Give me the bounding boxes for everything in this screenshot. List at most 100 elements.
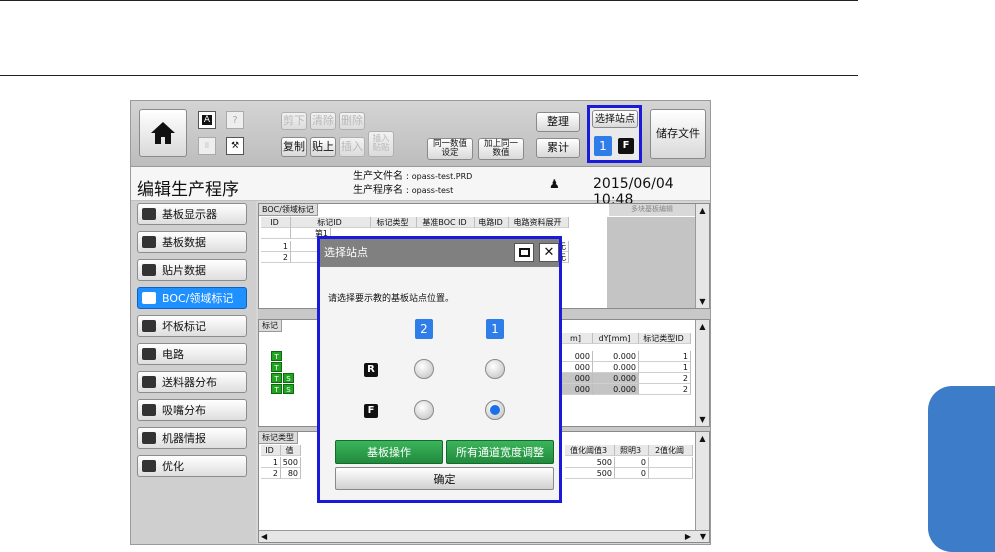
copy-button[interactable]: 复制 xyxy=(281,137,307,157)
optimize-icon xyxy=(142,460,156,472)
sidebar-item-optimize[interactable]: 优化 xyxy=(137,455,247,477)
teach-button[interactable]: T xyxy=(271,384,282,394)
sidebar-item-board-display[interactable]: 基板显示器 xyxy=(137,203,247,225)
user-icon: ♟ xyxy=(549,177,560,191)
delete-button[interactable]: 删除 xyxy=(339,112,365,130)
teach-button[interactable]: T xyxy=(271,351,282,361)
insert-paste-button[interactable]: 插入 贴贴 xyxy=(368,131,394,157)
save-file-button[interactable]: 储存文件 xyxy=(650,109,706,159)
home-button[interactable] xyxy=(139,109,187,157)
table-row[interactable]: 000 0.000 2 xyxy=(561,373,691,384)
mark-type-header-row-right: 值化阈值3 照明3 2值化阈 xyxy=(565,445,693,456)
sidebar-item-circuit[interactable]: 电路 xyxy=(137,343,247,365)
sidebar-item-feeder-layout[interactable]: 送料器分布 xyxy=(137,371,247,393)
dialog-title: 选择站点 xyxy=(324,246,368,259)
add-same-value-button[interactable]: 加上同一 数值 xyxy=(478,138,524,160)
ok-button[interactable]: 确定 xyxy=(335,467,554,490)
page-title: 编辑生产程序 xyxy=(137,180,239,200)
a-button[interactable]: A xyxy=(198,111,216,129)
table-row[interactable]: T S xyxy=(271,373,295,384)
sidebar-item-boc-mark[interactable]: BOC/领域标记 xyxy=(137,287,247,309)
scroll-up-icon[interactable]: ▲ xyxy=(698,206,707,215)
help-button[interactable]: ? xyxy=(226,111,244,129)
table-row[interactable]: T xyxy=(271,351,283,362)
monitor-icon xyxy=(142,208,156,220)
table-row[interactable]: 2 80 xyxy=(261,468,301,479)
station-column-2: 2 xyxy=(415,319,433,339)
mark-type-scrollbar[interactable]: ▲ xyxy=(695,432,709,530)
skip-button[interactable]: S xyxy=(283,384,294,394)
same-value-set-button[interactable]: 同一数值 设定 xyxy=(427,138,473,160)
maximize-icon xyxy=(518,248,530,257)
clear-button[interactable]: 清除 xyxy=(310,112,336,130)
scroll-up-icon[interactable]: ▲ xyxy=(698,322,707,331)
rear-row-label: R xyxy=(364,363,378,377)
toolbar: A ? ⠿ ⚒ 剪下 清除 删除 复制 贴上 插入 插入 贴贴 同一数值 设定 … xyxy=(131,101,710,167)
station-column-1: 1 xyxy=(486,319,504,339)
sidebar: 基板显示器 基板数据 贴片数据 BOC/领域标记 坏板标记 电路 送料器分布 吸… xyxy=(131,201,256,544)
sidebar-item-mount-data[interactable]: 贴片数据 xyxy=(137,259,247,281)
paste-button[interactable]: 贴上 xyxy=(310,137,336,157)
table-row[interactable]: 1 500 xyxy=(261,457,301,468)
table-row[interactable]: T S xyxy=(271,384,295,395)
board-icon xyxy=(142,236,156,248)
skip-button[interactable]: S xyxy=(283,373,294,383)
scroll-up-icon[interactable]: ▲ xyxy=(698,434,707,443)
board-operation-button[interactable]: 基板操作 xyxy=(335,440,443,464)
organize-button[interactable]: 整理 xyxy=(536,112,580,132)
table-row[interactable]: 000 0.000 2 xyxy=(561,384,691,395)
boc-header-row: ID 标记ID 标记类型 基准BOC ID 电路ID 电路资料展开 xyxy=(261,217,569,228)
table-row[interactable]: T xyxy=(271,362,283,373)
radio-f1[interactable] xyxy=(485,400,505,420)
close-button[interactable]: ✕ xyxy=(539,243,559,262)
header-bar: 编辑生产程序 生产文件名 : opass-test.PRD 生产程序名 : op… xyxy=(131,167,710,208)
teach-button[interactable]: T xyxy=(271,362,282,372)
scroll-down-icon[interactable]: ▼ xyxy=(698,415,707,424)
scroll-right-icon[interactable]: ▶ xyxy=(685,532,691,541)
tool-icon-button[interactable]: ⚒ xyxy=(226,137,244,155)
boc-gray-area xyxy=(607,217,695,308)
teach-button[interactable]: T xyxy=(271,373,282,383)
dialog-instruction: 请选择要示教的基板站点位置。 xyxy=(328,294,455,304)
machine-icon xyxy=(142,432,156,444)
feeder-icon xyxy=(142,376,156,388)
cut-button[interactable]: 剪下 xyxy=(281,112,307,130)
current-station-number: 1 xyxy=(594,136,612,156)
horizontal-scrollbar[interactable]: ◀ ▶ ▼ xyxy=(259,530,709,542)
select-station-group: 选择站点 1 F xyxy=(587,105,642,163)
boc-section-title: BOC/领域标记 xyxy=(259,204,318,216)
table-row[interactable]: 500 0 xyxy=(565,468,693,479)
file-name-label: 生产文件名 xyxy=(353,171,403,182)
mark-scrollbar[interactable]: ▲ ▼ xyxy=(695,320,709,426)
scroll-down-icon[interactable]: ▼ xyxy=(698,297,707,306)
insert-button[interactable]: 插入 xyxy=(339,137,365,157)
radio-r1[interactable] xyxy=(485,359,505,379)
table-row[interactable]: 000 0.000 1 xyxy=(561,351,691,362)
close-icon: ✕ xyxy=(543,245,555,260)
boc-scrollbar[interactable]: ▲ ▼ xyxy=(695,204,709,308)
sidebar-item-nozzle-layout[interactable]: 吸嘴分布 xyxy=(137,399,247,421)
table-row[interactable]: 000 0.000 1 xyxy=(561,362,691,373)
current-station-letter: F xyxy=(618,138,634,154)
file-name: opass-test.PRD xyxy=(411,172,473,181)
radio-r2[interactable] xyxy=(414,359,434,379)
accumulate-button[interactable]: 累计 xyxy=(536,138,580,158)
sidebar-item-board-data[interactable]: 基板数据 xyxy=(137,231,247,253)
sidebar-item-bad-mark[interactable]: 坏板标记 xyxy=(137,315,247,337)
chip-icon xyxy=(142,264,156,276)
home-icon xyxy=(151,122,175,144)
mark-section-title: 标记 xyxy=(259,320,282,332)
table-row[interactable]: 500 0 xyxy=(565,457,693,468)
scroll-down-icon[interactable]: ▼ xyxy=(700,532,706,541)
radio-f2[interactable] xyxy=(414,400,434,420)
file-info: 生产文件名 : opass-test.PRD 生产程序名 : opass-tes… xyxy=(353,171,473,196)
all-width-adjust-button[interactable]: 所有通道宽度调整 xyxy=(446,440,554,464)
front-row-label: F xyxy=(364,404,378,418)
select-station-button[interactable]: 选择站点 xyxy=(592,110,638,128)
layout-icon-button[interactable]: ⠿ xyxy=(198,137,216,155)
maximize-button[interactable] xyxy=(514,243,534,262)
mark-type-section-title: 标记类型 xyxy=(259,432,298,444)
a-icon: A xyxy=(201,115,213,125)
scroll-left-icon[interactable]: ◀ xyxy=(261,532,267,541)
sidebar-item-machine-info[interactable]: 机器情报 xyxy=(137,427,247,449)
